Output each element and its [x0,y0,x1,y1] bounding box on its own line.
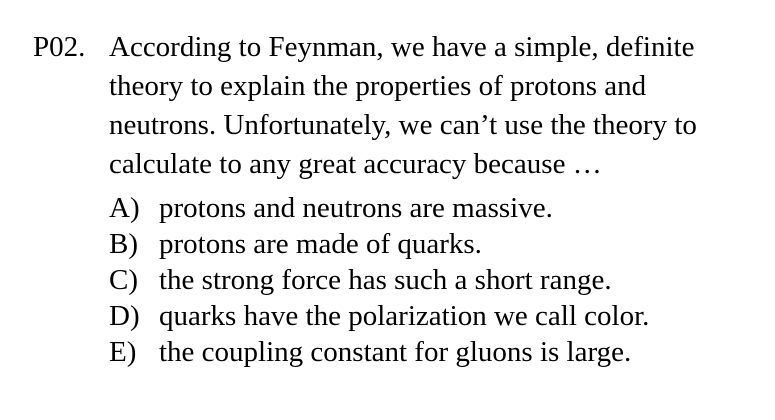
choice-letter: C) [109,264,138,296]
choice-letter: A) [109,192,140,224]
choice-text: the strong force has such a short range. [159,264,612,296]
stem-line: calculate to any great accuracy because … [109,148,602,180]
stem-line: According to Feynman, we have a simple, … [109,31,695,63]
question-stem: According to Feynman, we have a simple, … [109,28,769,184]
choice-e: E) the coupling constant for gluons is la… [109,334,769,370]
choice-d: D) quarks have the polarization we call c… [109,298,769,334]
choice-a: A) protons and neutrons are massive. [109,190,769,226]
choice-b: B) protons are made of quarks. [109,226,769,262]
choice-c: C) the strong force has such a short rang… [109,262,769,298]
choice-letter: B) [109,228,138,260]
choice-text: quarks have the polarization we call col… [159,300,650,332]
answer-choices: A) protons and neutrons are massive. B) pr… [109,190,769,370]
choice-text: protons and neutrons are massive. [159,192,553,224]
question-block: P02. According to Feynman, we have a sim… [0,0,775,420]
choice-text: the coupling constant for gluons is larg… [159,336,632,368]
stem-line: theory to explain the properties of prot… [109,70,647,102]
choice-letter: E) [109,336,137,368]
choice-letter: D) [109,300,140,332]
choice-text: protons are made of quarks. [159,228,482,260]
question-number: P02. [33,31,86,63]
stem-line: neutrons. Unfortunately, we can’t use th… [109,109,697,141]
